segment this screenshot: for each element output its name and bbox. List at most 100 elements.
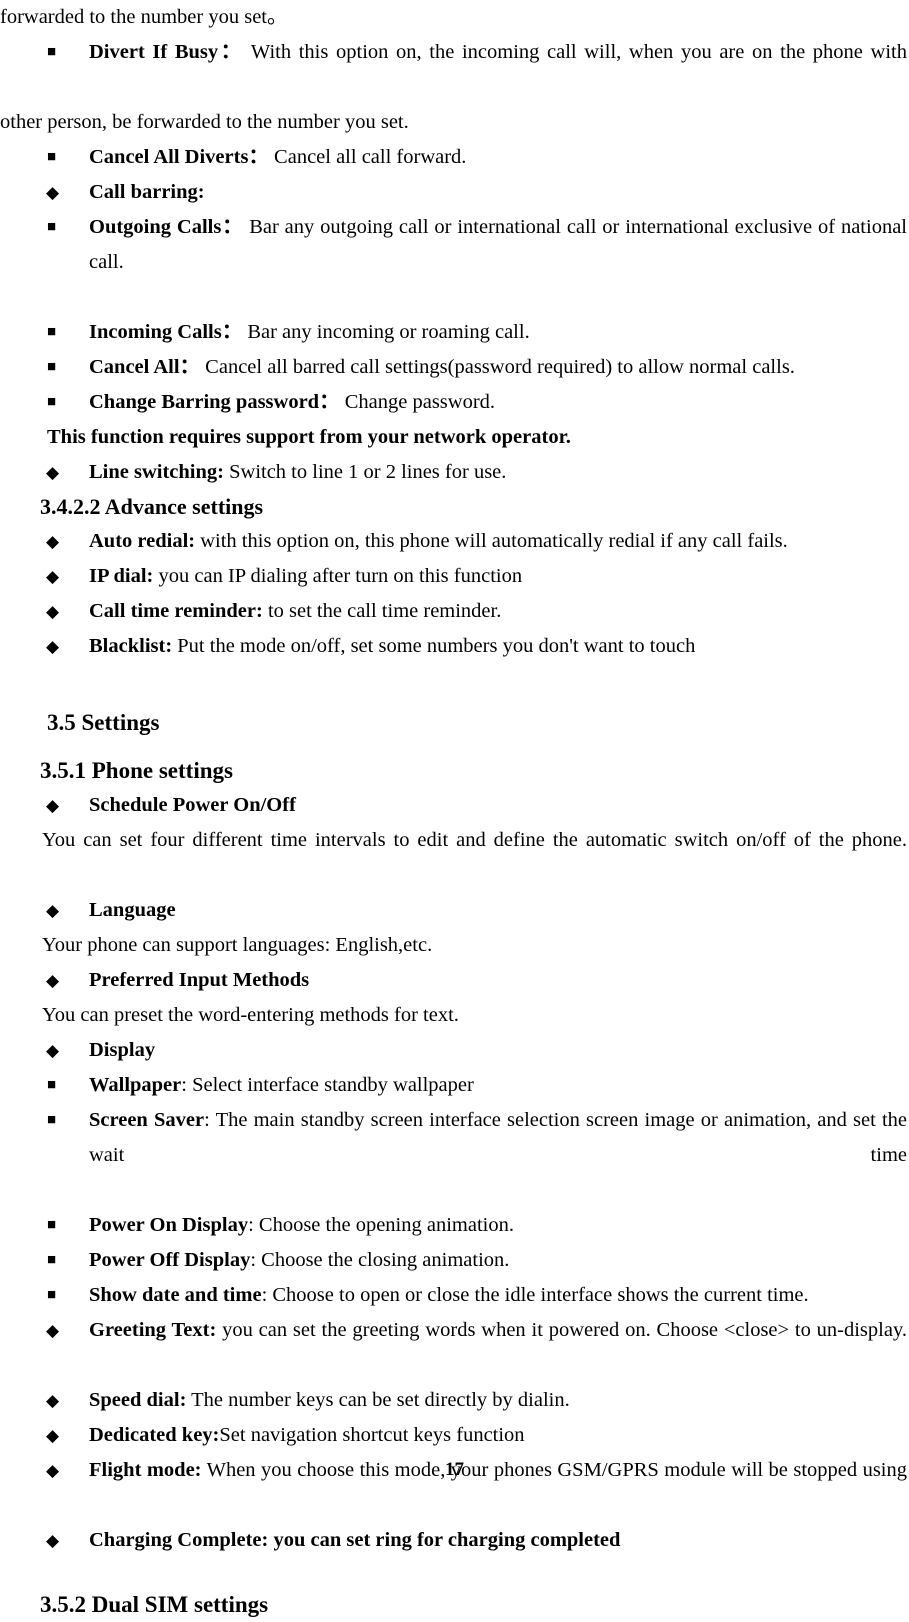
list-item-cancel-all: ■ Cancel All： Cancel all barred call sett… bbox=[0, 350, 907, 385]
term-cancel-all: Cancel All： bbox=[89, 356, 201, 378]
desc-dedicated-key: Set navigation shortcut keys function bbox=[219, 1424, 525, 1446]
list-item-wallpaper: ■ Wallpaper: Select interface standby wal… bbox=[0, 1068, 907, 1103]
term-line-switching: Line switching: bbox=[89, 461, 224, 483]
heading-phone-settings: 3.5.1 Phone settings bbox=[40, 758, 233, 783]
term-speed-dial: Speed dial: bbox=[89, 1389, 187, 1411]
paragraph-preferred-input-desc: You can preset the word-entering methods… bbox=[42, 1004, 459, 1026]
term-cancel-all-diverts: Cancel All Diverts： bbox=[89, 146, 269, 168]
term-ip-dial: IP dial: bbox=[89, 565, 154, 587]
diamond-bullet-icon: ◆ bbox=[46, 1041, 60, 1060]
square-bullet-icon: ■ bbox=[47, 44, 57, 60]
list-item-call-barring: ◆ Call barring: bbox=[0, 175, 907, 210]
list-item-dedicated-key: ◆ Dedicated key:Set navigation shortcut k… bbox=[0, 1418, 907, 1453]
list-item-power-off-display: ■ Power Off Display: Choose the closing a… bbox=[0, 1243, 907, 1278]
diamond-bullet-icon: ◆ bbox=[46, 901, 60, 920]
list-item-change-barring-password: ■ Change Barring password： Change passwor… bbox=[0, 385, 907, 420]
list-item-incoming-calls: ■ Incoming Calls： Bar any incoming or roa… bbox=[0, 315, 907, 350]
diamond-bullet-icon: ◆ bbox=[46, 567, 60, 586]
desc-ip-dial: you can IP dialing after turn on this fu… bbox=[153, 565, 523, 587]
diamond-bullet-icon: ◆ bbox=[46, 1531, 60, 1550]
desc-power-on-display: : Choose the opening animation. bbox=[248, 1214, 514, 1236]
page-number: 17 bbox=[445, 1459, 464, 1480]
desc-divert-if-busy: With this option on, the incoming call w… bbox=[243, 41, 907, 63]
list-item-call-time-reminder: ◆ Call time reminder: to set the call tim… bbox=[0, 594, 907, 629]
square-bullet-icon: ■ bbox=[47, 1077, 57, 1093]
desc-screen-saver: : The main standby screen interface sele… bbox=[89, 1109, 907, 1166]
desc-greeting-text: you can set the greeting words when it p… bbox=[216, 1319, 908, 1341]
list-item-language: ◆ Language bbox=[0, 893, 907, 928]
desc-show-date-and-time: : Choose to open or close the idle inter… bbox=[261, 1284, 809, 1306]
square-bullet-icon: ■ bbox=[47, 219, 57, 235]
list-item-greeting-text: ◆ Greeting Text: you can set the greeting… bbox=[0, 1313, 907, 1383]
desc-call-time-reminder: to set the call time reminder. bbox=[262, 600, 502, 622]
term-screen-saver: Screen Saver bbox=[89, 1109, 205, 1131]
desc-change-barring-password: Change password. bbox=[339, 391, 496, 413]
list-item-display: ◆ Display bbox=[0, 1033, 907, 1068]
paragraph-schedule-power-desc: You can set four different time interval… bbox=[42, 829, 907, 851]
list-item-line-switching: ◆ Line switching: Switch to line 1 or 2 l… bbox=[0, 455, 907, 490]
term-show-date-and-time: Show date and time bbox=[89, 1284, 262, 1306]
paragraph-intro-continuation: forwarded to the number you set。 bbox=[0, 6, 288, 28]
list-item-auto-redial: ◆ Auto redial: with this option on, this … bbox=[0, 524, 907, 559]
list-item-divert-if-busy: ■ Divert If Busy： With this option on, th… bbox=[0, 35, 907, 105]
list-item-outgoing-calls: ■ Outgoing Calls： Bar any outgoing call o… bbox=[0, 210, 907, 315]
list-item-ip-dial: ◆ IP dial: you can IP dialing after turn … bbox=[0, 559, 907, 594]
square-bullet-icon: ■ bbox=[47, 149, 57, 165]
heading-dual-sim-settings: 3.5.2 Dual SIM settings bbox=[40, 1592, 269, 1617]
desc-speed-dial: The number keys can be set directly by d… bbox=[186, 1389, 570, 1411]
term-preferred-input-methods: Preferred Input Methods bbox=[89, 969, 310, 991]
diamond-bullet-icon: ◆ bbox=[46, 602, 60, 621]
term-charging-complete: Charging Complete: bbox=[89, 1529, 269, 1551]
desc-cancel-all-diverts: Cancel all call forward. bbox=[268, 146, 467, 168]
diamond-bullet-icon: ◆ bbox=[46, 532, 60, 551]
desc-incoming-calls: Bar any incoming or roaming call. bbox=[242, 321, 530, 343]
list-item-charging-complete: ◆ Charging Complete: you can set ring for… bbox=[0, 1523, 907, 1558]
heading-settings: 3.5 Settings bbox=[47, 710, 160, 735]
desc-charging-complete: you can set ring for charging completed bbox=[268, 1529, 621, 1551]
term-blacklist: Blacklist: bbox=[89, 635, 173, 657]
term-auto-redial: Auto redial: bbox=[89, 530, 196, 552]
square-bullet-icon: ■ bbox=[47, 1287, 57, 1303]
desc-line-switching: Switch to line 1 or 2 lines for use. bbox=[223, 461, 507, 483]
square-bullet-icon: ■ bbox=[47, 1217, 57, 1233]
list-item-show-date-and-time: ■ Show date and time: Choose to open or c… bbox=[0, 1278, 907, 1313]
list-item-power-on-display: ■ Power On Display: Choose the opening an… bbox=[0, 1208, 907, 1243]
square-bullet-icon: ■ bbox=[47, 359, 57, 375]
term-incoming-calls: Incoming Calls： bbox=[89, 321, 243, 343]
term-call-time-reminder: Call time reminder: bbox=[89, 600, 263, 622]
term-change-barring-password: Change Barring password： bbox=[89, 391, 340, 413]
square-bullet-icon: ■ bbox=[47, 394, 57, 410]
document-page: forwarded to the number you set。 ■ Divert… bbox=[0, 0, 909, 1617]
diamond-bullet-icon: ◆ bbox=[46, 463, 60, 482]
list-item-screen-saver: ■ Screen Saver: The main standby screen i… bbox=[0, 1103, 907, 1208]
paragraph-language-desc: Your phone can support languages: Englis… bbox=[42, 934, 433, 956]
square-bullet-icon: ■ bbox=[47, 1252, 57, 1268]
term-schedule-power: Schedule Power On/Off bbox=[89, 794, 296, 816]
term-outgoing-calls: Outgoing Calls： bbox=[89, 216, 244, 238]
square-bullet-icon: ■ bbox=[47, 324, 57, 340]
term-power-off-display: Power Off Display bbox=[89, 1249, 251, 1271]
list-item-preferred-input-methods: ◆ Preferred Input Methods bbox=[0, 963, 907, 998]
note-network-operator: This function requires support from your… bbox=[47, 426, 571, 448]
diamond-bullet-icon: ◆ bbox=[46, 971, 60, 990]
desc-cancel-all: Cancel all barred call settings(password… bbox=[200, 356, 795, 378]
term-greeting-text: Greeting Text: bbox=[89, 1319, 217, 1341]
diamond-bullet-icon: ◆ bbox=[46, 1426, 60, 1445]
term-wallpaper: Wallpaper bbox=[89, 1074, 182, 1096]
desc-wallpaper: : Select interface standby wallpaper bbox=[181, 1074, 474, 1096]
term-dedicated-key: Dedicated key: bbox=[89, 1424, 220, 1446]
list-item-speed-dial: ◆ Speed dial: The number keys can be set … bbox=[0, 1383, 907, 1418]
diamond-bullet-icon: ◆ bbox=[46, 183, 60, 202]
list-item-blacklist: ◆ Blacklist: Put the mode on/off, set som… bbox=[0, 629, 907, 664]
term-display: Display bbox=[89, 1039, 156, 1061]
diamond-bullet-icon: ◆ bbox=[46, 637, 60, 656]
diamond-bullet-icon: ◆ bbox=[46, 1321, 60, 1340]
diamond-bullet-icon: ◆ bbox=[46, 796, 60, 815]
term-divert-if-busy: Divert If Busy： bbox=[89, 41, 244, 63]
square-bullet-icon: ■ bbox=[47, 1112, 57, 1128]
list-item-schedule-power: ◆ Schedule Power On/Off bbox=[0, 788, 907, 823]
desc-power-off-display: : Choose the closing animation. bbox=[250, 1249, 510, 1271]
